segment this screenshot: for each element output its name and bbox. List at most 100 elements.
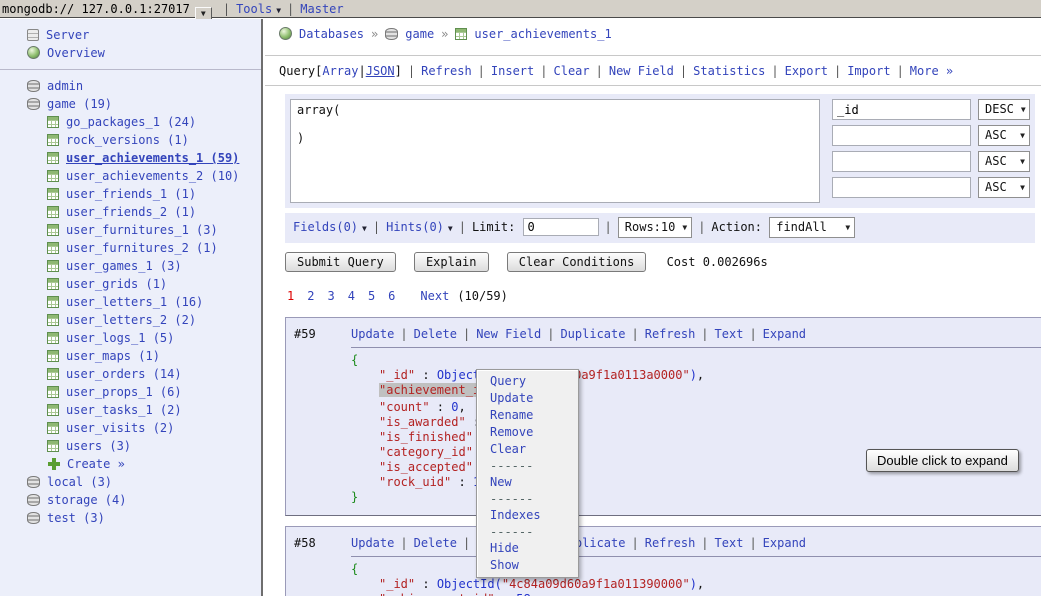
menu-item-update[interactable]: Update [477,390,578,407]
sidebar-item-collection[interactable]: user_friends_2 (1) [0,203,261,221]
sidebar-item-collection[interactable]: user_friends_1 (1) [0,185,261,203]
sort-field-input[interactable] [832,125,971,146]
collection-link[interactable]: user_maps (1) [66,349,160,363]
server-link[interactable]: Server [46,28,89,42]
sidebar-item-collection[interactable]: user_visits (2) [0,419,261,437]
sidebar-item-game[interactable]: game (19) [0,95,261,113]
menu-item-clear[interactable]: Clear [477,441,578,458]
sort-dir-select[interactable]: ASC▼ [978,151,1030,172]
menu-item-query[interactable]: Query [477,373,578,390]
sidebar-item-collection[interactable]: user_maps (1) [0,347,261,365]
sidebar-create-collection[interactable]: Create » [0,455,261,473]
collection-link[interactable]: user_props_1 (6) [66,385,182,399]
tools-menu[interactable]: Tools [236,2,272,16]
action-select[interactable]: findAll▼ [769,217,855,238]
toolbar-link-statistics[interactable]: Statistics [693,64,765,78]
sidebar-item-collection[interactable]: user_props_1 (6) [0,383,261,401]
collection-link[interactable]: user_friends_2 (1) [66,205,196,219]
sidebar-item-collection[interactable]: user_logs_1 (5) [0,329,261,347]
db-link[interactable]: local (3) [47,475,112,489]
sidebar-item-collection[interactable]: user_letters_1 (16) [0,293,261,311]
record-action-duplicate[interactable]: Duplicate [560,327,625,341]
collection-link[interactable]: user_achievements_2 (10) [66,169,239,183]
sidebar-item-collection[interactable]: user_achievements_2 (10) [0,167,261,185]
hints-dropdown[interactable]: Hints(0) [386,220,444,234]
record-action-update[interactable]: Update [351,327,394,341]
page-link[interactable]: 5 [368,289,375,303]
record-action-text[interactable]: Text [715,327,744,341]
db-link[interactable]: test (3) [47,511,105,525]
sidebar-item-collection[interactable]: users (3) [0,437,261,455]
toolbar-link-export[interactable]: Export [785,64,828,78]
record-action-refresh[interactable]: Refresh [645,536,696,550]
toolbar-link-insert[interactable]: Insert [491,64,534,78]
record-action-text[interactable]: Text [715,536,744,550]
collection-link[interactable]: user_achievements_1 (59) [66,151,239,165]
page-link[interactable]: 2 [307,289,314,303]
collection-link[interactable]: user_tasks_1 (2) [66,403,182,417]
breadcrumb-db[interactable]: game [405,27,434,41]
next-page-link[interactable]: Next [420,289,449,303]
sidebar-item-collection[interactable]: user_furnitures_1 (3) [0,221,261,239]
collection-link[interactable]: user_logs_1 (5) [66,331,174,345]
toolbar-link-new-field[interactable]: New Field [609,64,674,78]
page-link[interactable]: 3 [327,289,334,303]
sidebar-item-collection[interactable]: go_packages_1 (24) [0,113,261,131]
toolbar-link-clear[interactable]: Clear [554,64,590,78]
master-link[interactable]: Master [300,2,343,16]
sidebar-item-collection[interactable]: user_orders (14) [0,365,261,383]
query-textarea[interactable]: array( ) [290,99,820,203]
menu-item-indexes[interactable]: Indexes [477,507,578,524]
sidebar-item-db[interactable]: local (3) [0,473,261,491]
sidebar-item-collection[interactable]: user_letters_2 (2) [0,311,261,329]
menu-item-hide[interactable]: Hide [477,540,578,557]
db-link[interactable]: storage (4) [47,493,126,507]
sidebar-item-collection[interactable]: user_achievements_1 (59) [0,149,261,167]
rows-select[interactable]: Rows:10▼ [618,217,692,238]
collection-link[interactable]: user_furnitures_2 (1) [66,241,218,255]
collection-link[interactable]: user_letters_1 (16) [66,295,203,309]
record-action-delete[interactable]: Delete [414,536,457,550]
sidebar-item-overview[interactable]: Overview [0,44,261,62]
create-link[interactable]: Create » [67,457,125,471]
sidebar-item-db[interactable]: storage (4) [0,491,261,509]
sidebar-item-collection[interactable]: user_games_1 (3) [0,257,261,275]
collection-link[interactable]: user_orders (14) [66,367,182,381]
clear-conditions-button[interactable]: Clear Conditions [507,252,647,272]
menu-item-show[interactable]: Show [477,557,578,574]
record-action-expand[interactable]: Expand [763,327,806,341]
collection-link[interactable]: user_friends_1 (1) [66,187,196,201]
sidebar-item-collection[interactable]: user_furnitures_2 (1) [0,239,261,257]
overview-link[interactable]: Overview [47,46,105,60]
breadcrumb-collection[interactable]: user_achievements_1 [474,27,611,41]
sort-field-input[interactable] [832,151,971,172]
page-link[interactable]: 6 [388,289,395,303]
sidebar-item-db[interactable]: test (3) [0,509,261,527]
collection-link[interactable]: user_visits (2) [66,421,174,435]
menu-item-rename[interactable]: Rename [477,407,578,424]
sort-dir-select[interactable]: ASC▼ [978,177,1030,198]
record-action-refresh[interactable]: Refresh [645,327,696,341]
view-json-link[interactable]: JSON [366,64,395,78]
page-link[interactable]: 4 [348,289,355,303]
record-action-delete[interactable]: Delete [414,327,457,341]
sort-field-input[interactable] [832,99,971,120]
sidebar-item-collection[interactable]: user_grids (1) [0,275,261,293]
admin-db-link[interactable]: admin [47,79,83,93]
toolbar-link-refresh[interactable]: Refresh [421,64,472,78]
collection-link[interactable]: user_furnitures_1 (3) [66,223,218,237]
fields-dropdown[interactable]: Fields(0) [293,220,358,234]
toolbar-link-more-[interactable]: More » [910,64,953,78]
limit-input[interactable] [523,218,599,236]
collection-link[interactable]: rock_versions (1) [66,133,189,147]
explain-button[interactable]: Explain [414,252,489,272]
sidebar-item-collection[interactable]: user_tasks_1 (2) [0,401,261,419]
collection-link[interactable]: user_games_1 (3) [66,259,182,273]
sidebar-item-admin[interactable]: admin [0,77,261,95]
game-db-link[interactable]: game (19) [47,97,112,111]
sidebar-item-collection[interactable]: rock_versions (1) [0,131,261,149]
collection-link[interactable]: users (3) [66,439,131,453]
submit-query-button[interactable]: Submit Query [285,252,396,272]
collection-link[interactable]: go_packages_1 (24) [66,115,196,129]
view-array-link[interactable]: Array [322,64,358,78]
